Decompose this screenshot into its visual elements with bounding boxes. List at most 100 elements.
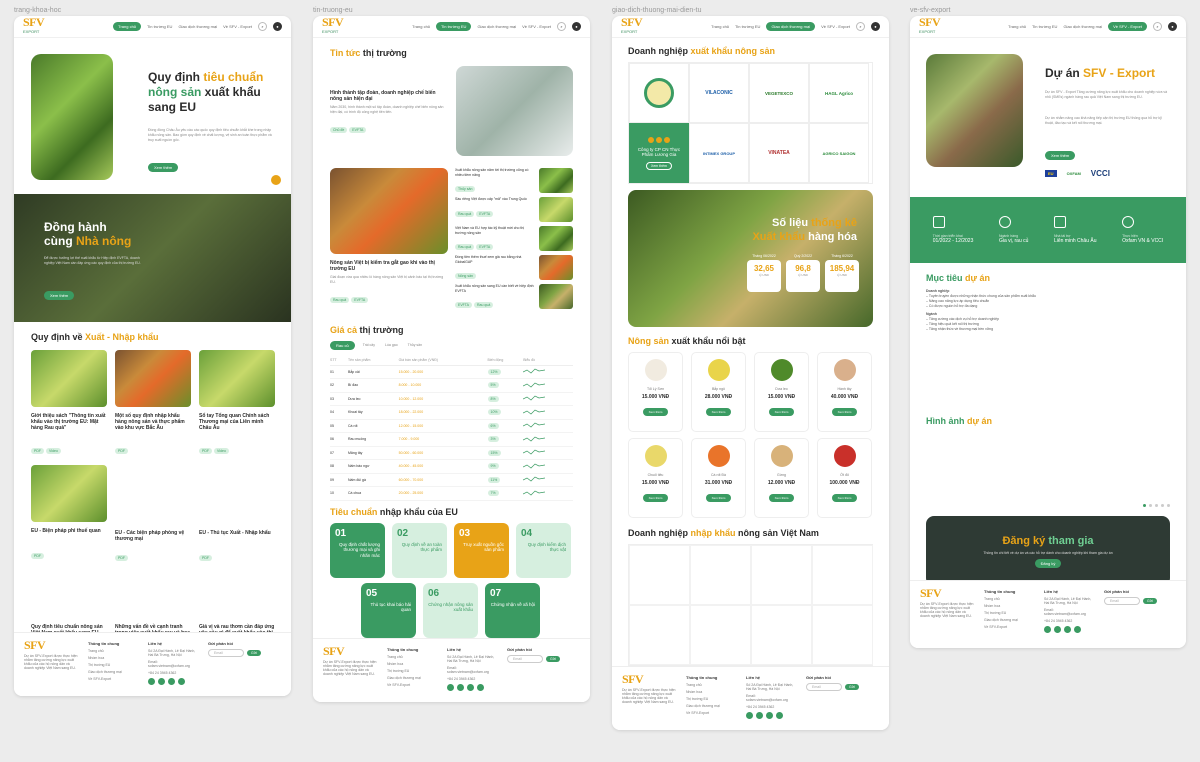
send-button[interactable]: Gửi	[1143, 598, 1157, 604]
product-card[interactable]: Dưa leo 15.000 VNĐ Xem thêm	[754, 352, 809, 432]
partner-logo[interactable]: VEGETEXCO	[749, 63, 809, 123]
product-card[interactable]: Ớt đỏ 100.000 VNĐ Xem thêm	[817, 438, 872, 518]
partner-logo[interactable]: VINATEA	[749, 123, 809, 183]
card[interactable]: EU - Các biện pháp phòng vệ thương mại PD…	[115, 530, 191, 564]
standard-card[interactable]: 03 Truy xuất nguồn gốc sản phẩm	[454, 522, 509, 578]
nav-item-about[interactable]: Về SFV - Export	[223, 24, 252, 29]
logo[interactable]: SFV EXPORT	[919, 16, 941, 36]
card[interactable]: EU - Thủ tục Xuất - Nhập khẩu PDF	[199, 530, 275, 564]
nav-item-eu[interactable]: Tin trường EU	[735, 24, 760, 29]
side-news-item[interactable]: Xuất khẩu nông sản năm tới thị trường cũ…	[455, 168, 573, 197]
nav-item-about[interactable]: Về SFV - Export	[1108, 22, 1147, 31]
hero-more-button[interactable]: Xem thêm	[1045, 151, 1076, 160]
card[interactable]: Giới thiệu sách "Thông tin xuất khẩu vào…	[31, 350, 107, 457]
footer-link[interactable]: Trang chủ	[387, 655, 439, 659]
nav-item-trade[interactable]: Giao dịch thương mại	[1063, 24, 1102, 29]
standard-card[interactable]: 06 Chứng nhận nông sản xuất khẩu	[423, 582, 478, 638]
logo[interactable]: SFV EXPORT	[621, 16, 643, 36]
product-card[interactable]: Tỏi Lý Sơn 15.000 VNĐ Xem thêm	[628, 352, 683, 432]
lead-article[interactable]: Hình thành tập đoàn, doanh nghiệp chế bi…	[330, 90, 445, 136]
featured-enterprise[interactable]: Công ty CP CN Thực Phẩm Lương Gia Xem th…	[629, 123, 689, 183]
chat-icon[interactable]	[271, 175, 281, 185]
user-icon[interactable]: ●	[572, 22, 581, 31]
footer-link[interactable]: Nhóm hoa	[984, 604, 1036, 608]
side-news-item[interactable]: Đồng tiền thêm thuế xem giá rau bằng nhà…	[455, 255, 573, 284]
standard-card[interactable]: 07 Chứng nhận về xã hội	[485, 582, 540, 638]
product-card[interactable]: Bắp ngô 28.000 VNĐ Xem thêm	[691, 352, 746, 432]
nav-item-eu[interactable]: Tin trường EU	[436, 22, 472, 31]
nav-item-eu[interactable]: Tin trường EU	[1032, 24, 1057, 29]
footer-link[interactable]: Nhóm hoa	[686, 690, 738, 694]
feedback-email-input[interactable]: Email	[208, 649, 244, 657]
table-row[interactable]: 08 Nấm bào ngư 40.000 - 45.000 9%	[330, 460, 573, 473]
table-row[interactable]: 07 Măng tây 50.000 - 60.000 15%	[330, 446, 573, 460]
footer-link[interactable]: Nhóm hoa	[387, 662, 439, 666]
side-news-item[interactable]: Sầu riêng Việt được cấp "mã" vào Trung Q…	[455, 197, 573, 226]
product-card[interactable]: Chuối tiêu 15.000 VNĐ Xem thêm	[628, 438, 683, 518]
nav-item-home[interactable]: Trang chủ	[113, 22, 142, 31]
card[interactable]: Một số quy định nhập khẩu hàng nông sản …	[115, 350, 191, 457]
footer-link[interactable]: Giao dịch thương mại	[984, 618, 1036, 622]
side-news-item[interactable]: Việt Nam và EU hợp tác kỹ thuật mới cho …	[455, 226, 573, 255]
register-button[interactable]: Đăng ký	[1034, 558, 1062, 568]
nav-item-about[interactable]: Về SFV - Export	[821, 24, 850, 29]
table-row[interactable]: 02 Bí đao 8.000 - 10.000 5%	[330, 379, 573, 392]
send-button[interactable]: Gửi	[247, 650, 261, 656]
standard-card[interactable]: 04 Quy định kiểm dịch thực vật	[516, 522, 571, 578]
footer-link[interactable]: Thị trường EU	[984, 611, 1036, 615]
logo[interactable]: SFV EXPORT	[23, 16, 45, 36]
partner-logo[interactable]	[629, 63, 689, 123]
social-icons[interactable]	[746, 712, 798, 719]
logo[interactable]: SFV EXPORT	[322, 16, 344, 36]
table-row[interactable]: 09 Nấm đùi gà 60.000 - 70.000 11%	[330, 473, 573, 487]
footer-link[interactable]: Thị trường EU	[88, 663, 140, 667]
table-row[interactable]: 06 Rau muống 7.000 - 9.000 3%	[330, 433, 573, 446]
product-card[interactable]: Gừng 12.000 VNĐ Xem thêm	[754, 438, 809, 518]
nav-item-home[interactable]: Trang chủ	[412, 24, 430, 29]
partner-logo[interactable]: AGRICO SAIGON	[809, 123, 869, 183]
standard-card[interactable]: 02 Quy định về an toàn thực phẩm	[392, 522, 447, 578]
standard-card[interactable]: 01 Quy định chất lượng thương mại và ghi …	[330, 522, 385, 578]
partner-logo[interactable]: HAGL Agrico	[809, 63, 869, 123]
social-icons[interactable]	[148, 678, 200, 685]
footer-link[interactable]: Trang chủ	[686, 683, 738, 687]
footer-link[interactable]: Về SFV-Export	[387, 683, 439, 687]
nav-item-home[interactable]: Trang chủ	[711, 24, 729, 29]
band-more-button[interactable]: Xem thêm	[44, 291, 75, 300]
nav-item-trade[interactable]: Giao dịch thương mại	[178, 24, 217, 29]
table-row[interactable]: 05 Cà rốt 12.000 - 15.000 6%	[330, 419, 573, 433]
footer-link[interactable]: Giao dịch thương mại	[88, 670, 140, 674]
user-icon[interactable]: ●	[871, 22, 880, 31]
tab-trai-cay[interactable]: Trái cây	[361, 341, 377, 350]
feedback-email-input[interactable]: Email	[806, 683, 842, 691]
user-icon[interactable]: ●	[1168, 22, 1177, 31]
social-icons[interactable]	[1044, 626, 1096, 633]
table-row[interactable]: 10 Cà chua 20.000 - 25.000 7%	[330, 487, 573, 500]
table-row[interactable]: 03 Dưa leo 10.000 - 12.000 8%	[330, 392, 573, 406]
footer-link[interactable]: Trang chủ	[984, 597, 1036, 601]
footer-link[interactable]: Giao dịch thương mại	[686, 704, 738, 708]
footer-link[interactable]: Về SFV-Export	[88, 677, 140, 681]
side-news-item[interactable]: Xuất khẩu nông sản sang EU cần biết về h…	[455, 284, 573, 313]
standard-card[interactable]: 05 Thủ tục khai báo hải quan	[361, 582, 416, 638]
nav-item-trade[interactable]: Giao dịch thương mại	[766, 22, 816, 31]
tab-lua-gao[interactable]: Lúa gạo	[383, 341, 400, 350]
footer-link[interactable]: Về SFV-Export	[984, 625, 1036, 629]
user-icon[interactable]: ●	[273, 22, 282, 31]
tab-thuy-san[interactable]: Thủy sản	[406, 341, 424, 350]
feedback-email-input[interactable]: Email	[507, 655, 543, 663]
product-card[interactable]: Hành tây 40.000 VNĐ Xem thêm	[817, 352, 872, 432]
footer-link[interactable]: Thị trường EU	[387, 669, 439, 673]
feedback-email-input[interactable]: Email	[1104, 597, 1140, 605]
footer-link[interactable]: Giao dịch thương mại	[387, 676, 439, 680]
card[interactable]: EU - Biện pháp phi thuế quan PDF	[31, 465, 107, 564]
send-button[interactable]: Gửi	[546, 656, 560, 662]
table-row[interactable]: 01 Bắp cải 15.000 - 20.000 12%	[330, 365, 573, 379]
product-card[interactable]: Cà rốt Đà 31.000 VNĐ Xem thêm	[691, 438, 746, 518]
search-icon[interactable]: ⌕	[258, 22, 267, 31]
social-icons[interactable]	[447, 684, 499, 691]
nav-item-about[interactable]: Về SFV - Export	[522, 24, 551, 29]
footer-link[interactable]: Nhóm hoa	[88, 656, 140, 660]
table-row[interactable]: 04 Khoai tây 18.000 - 22.000 10%	[330, 406, 573, 419]
search-icon[interactable]: ⌕	[1153, 22, 1162, 31]
